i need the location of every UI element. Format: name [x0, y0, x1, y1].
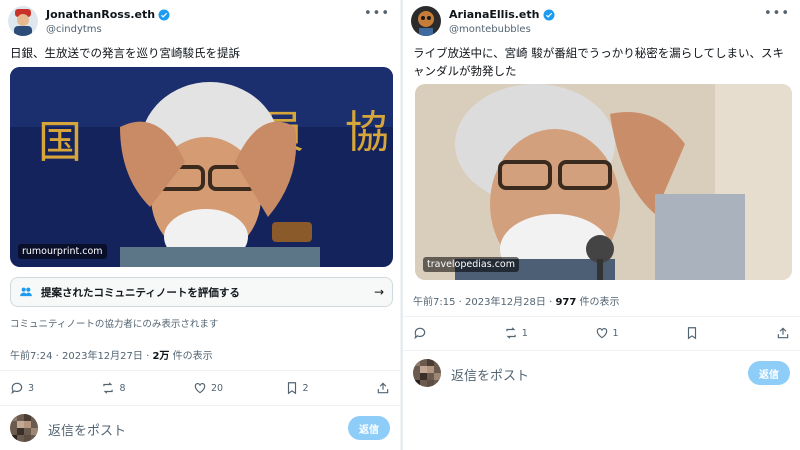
views-suffix: 件の表示 — [169, 351, 213, 362]
reply-icon — [414, 327, 426, 340]
more-icon[interactable]: ••• — [364, 6, 390, 21]
repost-count: 8 — [119, 382, 126, 394]
bookmark-action[interactable]: 2 — [285, 381, 315, 395]
reply-composer: 返信をポスト 返信 — [413, 357, 790, 391]
reply-composer: 返信をポスト 返信 — [10, 412, 390, 446]
bookmark-count: 2 — [302, 382, 309, 394]
tweet-header: JonathanRoss.eth @cindytms ••• — [8, 6, 392, 40]
tweet-text: ライブ放送中に、宮崎 駿が番組でうっかり秘密を漏らしてしまい、スキャンダルが勃発… — [413, 46, 784, 78]
svg-text:協: 協 — [345, 107, 389, 158]
tweet-photo[interactable]: travelopedias.com — [415, 84, 792, 280]
repost-action[interactable]: 1 — [504, 326, 534, 340]
like-icon — [194, 383, 206, 394]
bookmark-icon — [688, 327, 697, 340]
reply-button[interactable]: 返信 — [748, 361, 790, 385]
views-suffix: 件の表示 — [576, 297, 620, 308]
repost-count: 1 — [521, 327, 528, 339]
avatar[interactable] — [411, 6, 441, 36]
image-watermark: travelopedias.com — [423, 257, 519, 272]
tweet-panel-right: ArianaEllis.eth @montebubbles ••• ライブ放送中… — [403, 0, 800, 450]
reply-input[interactable]: 返信をポスト — [451, 365, 529, 384]
repost-icon — [103, 382, 114, 394]
image-watermark: rumourprint.com — [18, 244, 107, 259]
reply-button[interactable]: 返信 — [348, 416, 390, 440]
like-action[interactable]: 20 — [193, 381, 223, 395]
arrow-right-icon: → — [373, 285, 384, 299]
bookmark-action[interactable] — [685, 326, 715, 340]
reply-action[interactable]: 3 — [10, 381, 40, 395]
like-count: 1 — [612, 327, 619, 339]
display-name[interactable]: JonathanRoss.eth — [46, 8, 155, 21]
tweet-panel-left: JonathanRoss.eth @cindytms ••• 日銀、生放送での発… — [0, 0, 401, 450]
repost-action[interactable]: 8 — [101, 381, 131, 395]
tweet-photo[interactable]: 国 員 協 rumourprint.com — [10, 67, 393, 267]
avatar — [10, 414, 38, 442]
community-note-rate-button[interactable]: 提案されたコミュニティノートを評価する → — [10, 277, 393, 307]
tweet-time[interactable]: 午前7:24 · 2023年12月27日 · — [10, 351, 152, 362]
tweet-header: ArianaEllis.eth @montebubbles ••• — [411, 6, 792, 40]
verified-badge-icon — [543, 9, 554, 20]
action-bar: 3 8 20 2 — [10, 378, 390, 398]
views-count: 977 — [555, 297, 577, 308]
more-icon[interactable]: ••• — [764, 6, 790, 21]
tweet-text: 日銀、生放送での発言を巡り宮崎駿氏を提訴 — [10, 46, 240, 60]
handle[interactable]: @cindytms — [46, 24, 102, 35]
like-action[interactable]: 1 — [595, 326, 625, 340]
divider — [403, 350, 800, 351]
like-icon — [596, 328, 607, 339]
divider — [403, 316, 800, 317]
tweet-meta: 午前7:15 · 2023年12月28日 · 977 件の表示 — [413, 293, 620, 308]
tweet-time[interactable]: 午前7:15 · 2023年12月28日 · — [413, 297, 555, 308]
avatar — [413, 359, 441, 387]
divider — [0, 370, 400, 371]
reply-icon — [11, 382, 23, 395]
reply-action[interactable] — [413, 326, 443, 340]
community-note-icon — [20, 287, 32, 297]
repost-icon — [506, 327, 516, 339]
action-bar: 1 1 — [413, 323, 790, 343]
svg-text:国: 国 — [38, 117, 82, 168]
share-action[interactable] — [776, 326, 790, 340]
bookmark-icon — [287, 382, 296, 395]
share-icon — [777, 327, 789, 339]
verified-badge-icon — [158, 9, 170, 20]
community-note-visibility: コミュニティノートの協力者にのみ表示されます — [10, 319, 219, 330]
reply-count: 3 — [28, 382, 35, 394]
display-name[interactable]: ArianaEllis.eth — [449, 8, 540, 21]
avatar[interactable] — [8, 6, 38, 36]
handle[interactable]: @montebubbles — [449, 24, 531, 35]
like-count: 20 — [210, 382, 224, 394]
reply-input[interactable]: 返信をポスト — [48, 420, 126, 439]
share-icon — [377, 382, 389, 394]
divider — [0, 405, 400, 406]
share-action[interactable] — [376, 381, 390, 395]
views-count: 2万 — [152, 351, 170, 362]
tweet-meta: 午前7:24 · 2023年12月27日 · 2万 件の表示 — [10, 347, 213, 362]
community-note-label: 提案されたコミュニティノートを評価する — [41, 286, 240, 299]
